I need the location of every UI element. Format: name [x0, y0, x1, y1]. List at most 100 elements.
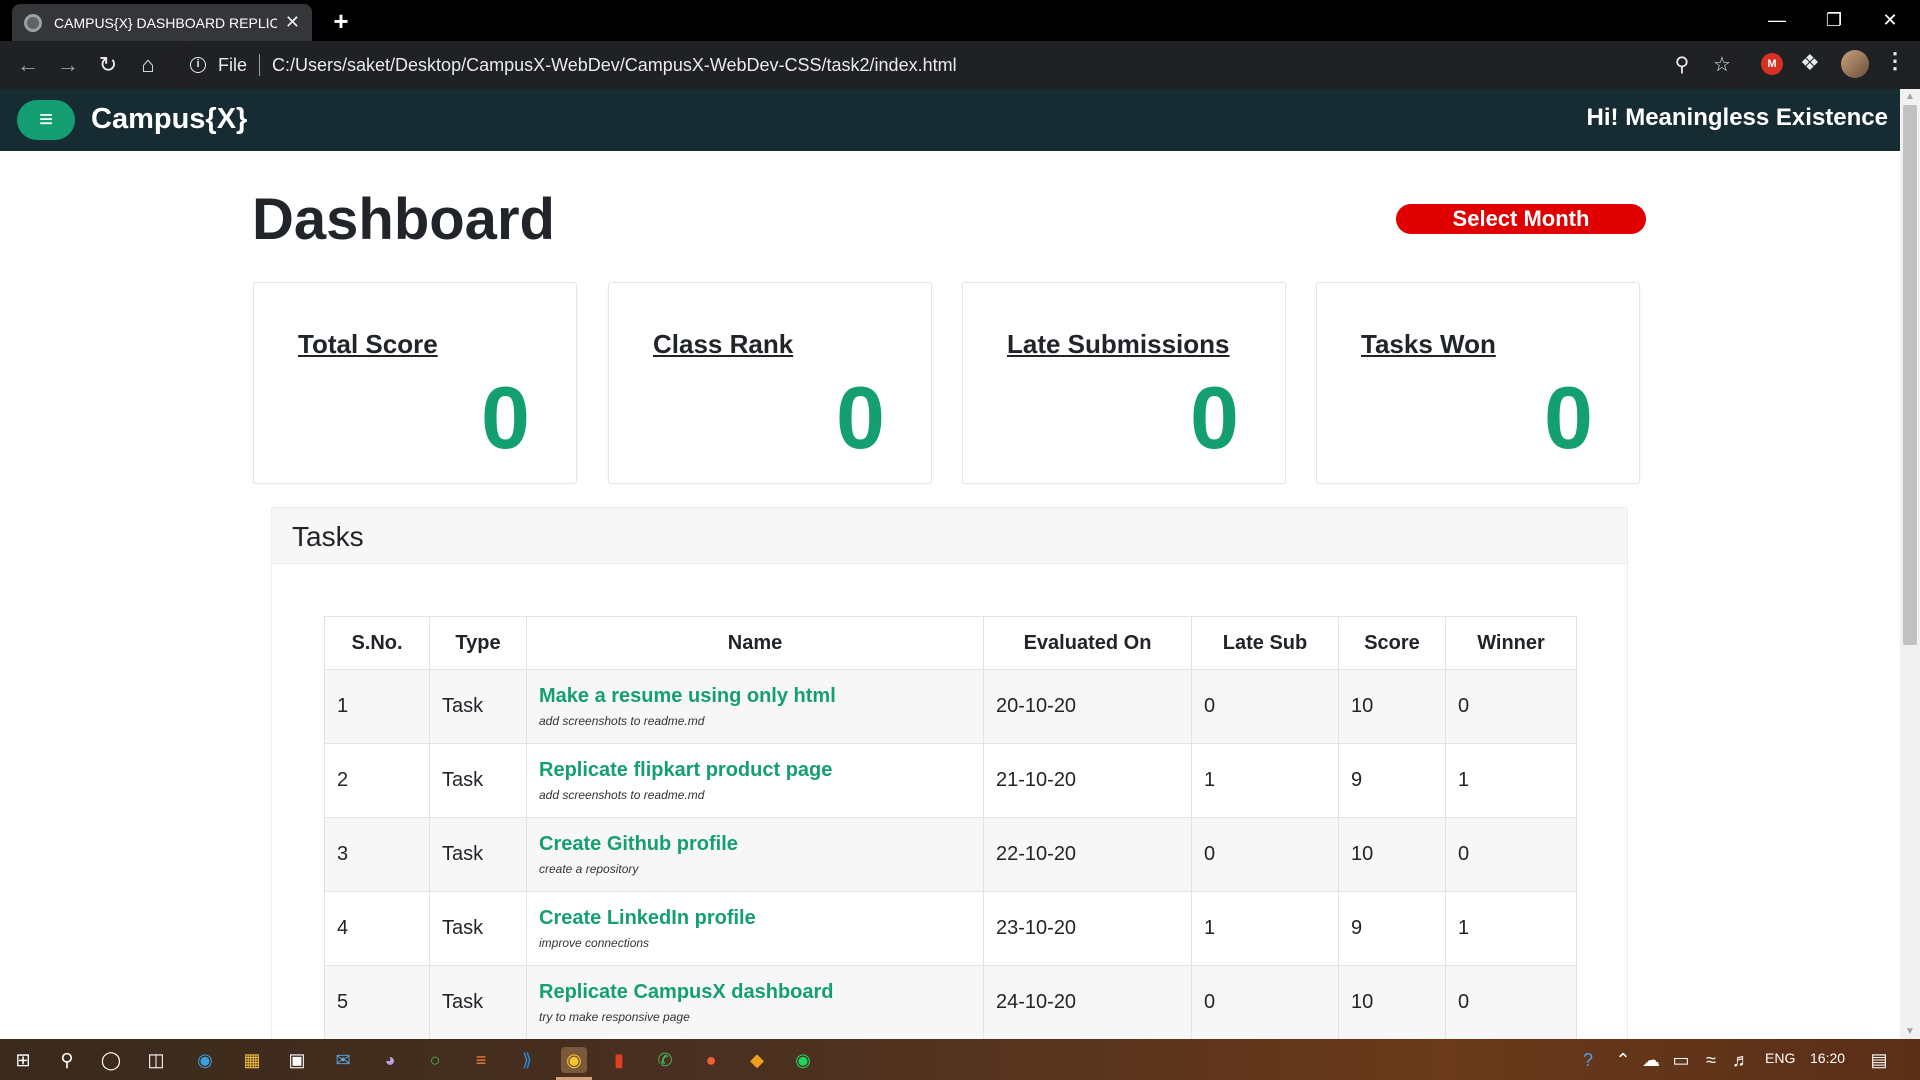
user-greeting: Hi! Meaningless Existence — [1586, 104, 1888, 131]
task-name-link[interactable]: Make a resume using only html — [539, 685, 983, 708]
address-bar[interactable]: i File C:/Users/saket/Desktop/CampusX-We… — [174, 47, 1739, 83]
scroll-up-arrow-icon[interactable]: ▲ — [1900, 91, 1920, 102]
cell-winner: 1 — [1445, 743, 1577, 818]
tab-close-icon[interactable]: ✕ — [285, 12, 300, 33]
cell-winner: 0 — [1445, 669, 1577, 744]
restore-window-icon[interactable]: ❐ — [1814, 6, 1854, 34]
language-indicator[interactable]: ENG — [1765, 1050, 1795, 1066]
url-text[interactable]: C:/Users/saket/Desktop/CampusX-WebDev/Ca… — [272, 55, 957, 76]
cell-type: Task — [429, 891, 527, 966]
new-tab-button[interactable]: + — [326, 6, 356, 36]
task-name-link[interactable]: Replicate CampusX dashboard — [539, 981, 983, 1004]
vscode-icon[interactable]: ⟫ — [514, 1047, 540, 1073]
bookmark-star-icon[interactable]: ☆ — [1708, 51, 1736, 79]
extensions-puzzle-icon[interactable]: ❖ — [1800, 50, 1820, 76]
task-name-link[interactable]: Create Github profile — [539, 833, 983, 856]
cell-winner: 0 — [1445, 817, 1577, 892]
stat-card-late-submissions: Late Submissions 0 — [962, 282, 1286, 484]
tray-chevron-up-icon[interactable]: ⌃ — [1610, 1047, 1636, 1073]
cell-score: 9 — [1338, 743, 1446, 818]
profile-avatar[interactable] — [1841, 50, 1869, 78]
hamburger-menu-button[interactable]: ≡ — [17, 100, 75, 140]
task-name-link[interactable]: Replicate flipkart product page — [539, 759, 983, 782]
cell-score: 10 — [1338, 965, 1446, 1040]
page-scrollbar[interactable]: ▲ ▼ — [1900, 89, 1920, 1039]
cell-winner: 1 — [1445, 891, 1577, 966]
cell-name: Replicate flipkart product page add scre… — [526, 743, 984, 818]
wifi-icon[interactable]: ≈ — [1698, 1047, 1724, 1073]
spotify-icon[interactable]: ◉ — [790, 1047, 816, 1073]
office-icon[interactable]: ▮ — [606, 1047, 632, 1073]
help-icon[interactable]: ? — [1575, 1047, 1601, 1073]
notifications-icon[interactable]: ▤ — [1866, 1047, 1892, 1073]
tasks-panel: Tasks S.No. Type Name Evaluated On Late … — [271, 507, 1628, 1047]
store-icon[interactable]: ▣ — [284, 1047, 310, 1073]
column-header-winner: Winner — [1445, 616, 1577, 670]
table-row: 2 Task Replicate flipkart product page a… — [324, 743, 1577, 818]
whatsapp-icon[interactable]: ✆ — [652, 1047, 678, 1073]
stat-card-class-rank: Class Rank 0 — [608, 282, 932, 484]
table-row: 4 Task Create LinkedIn profile improve c… — [324, 891, 1577, 966]
extension-m-icon[interactable]: M — [1761, 53, 1783, 75]
site-info-icon[interactable]: i — [190, 57, 206, 73]
stat-label[interactable]: Class Rank — [653, 329, 793, 360]
battery-icon[interactable]: ▭ — [1668, 1047, 1694, 1073]
reload-icon[interactable]: ↻ — [94, 51, 122, 79]
stat-label[interactable]: Late Submissions — [1007, 329, 1230, 360]
git-icon[interactable]: ◆ — [744, 1047, 770, 1073]
task-view-icon[interactable]: ◫ — [143, 1047, 169, 1073]
app-ring-icon[interactable]: ○ — [422, 1047, 448, 1073]
postman-icon[interactable]: ● — [698, 1047, 724, 1073]
brand-logo-text[interactable]: Campus{X} — [91, 103, 247, 136]
mail-icon[interactable]: ✉ — [330, 1047, 356, 1073]
windows-start-icon[interactable]: ⊞ — [10, 1047, 36, 1073]
column-header-type: Type — [429, 616, 527, 670]
cell-type: Task — [429, 817, 527, 892]
cell-late-sub: 0 — [1191, 965, 1339, 1040]
minimize-window-icon[interactable]: — — [1757, 6, 1797, 34]
cell-sno: 4 — [324, 891, 430, 966]
home-icon[interactable]: ⌂ — [134, 51, 162, 79]
browser-tab[interactable]: CAMPUS{X} DASHBOARD REPLIC ✕ — [12, 4, 312, 41]
task-name-link[interactable]: Create LinkedIn profile — [539, 907, 983, 930]
scrollbar-thumb[interactable] — [1903, 105, 1917, 645]
search-icon[interactable]: ⚲ — [54, 1047, 80, 1073]
cell-late-sub: 1 — [1191, 891, 1339, 966]
cortana-icon[interactable]: ◯ — [98, 1047, 124, 1073]
column-header-score: Score — [1338, 616, 1446, 670]
cell-winner: 0 — [1445, 965, 1577, 1040]
close-window-icon[interactable]: ✕ — [1870, 6, 1910, 34]
sublime-icon[interactable]: ≡ — [468, 1047, 494, 1073]
select-month-button[interactable]: Select Month — [1396, 204, 1646, 234]
stat-label[interactable]: Total Score — [298, 329, 438, 360]
url-separator — [259, 54, 261, 76]
file-explorer-icon[interactable]: ▦ — [239, 1047, 265, 1073]
tab-title: CAMPUS{X} DASHBOARD REPLIC — [54, 14, 277, 31]
table-header-row: S.No. Type Name Evaluated On Late Sub Sc… — [324, 616, 1577, 670]
cell-late-sub: 1 — [1191, 743, 1339, 818]
browser-title-bar: CAMPUS{X} DASHBOARD REPLIC ✕ + — ❐ ✕ — [0, 0, 1920, 41]
browser-menu-icon[interactable]: ⋮ — [1884, 48, 1906, 74]
forward-arrow-icon[interactable]: → — [54, 51, 82, 79]
app-icon[interactable]: ◕ — [377, 1047, 403, 1073]
edge-browser-icon[interactable]: ◉ — [192, 1047, 218, 1073]
cell-evaluated-on: 23-10-20 — [983, 891, 1192, 966]
onedrive-icon[interactable]: ☁ — [1638, 1047, 1664, 1073]
task-note: try to make responsive page — [539, 1010, 690, 1024]
tasks-title: Tasks — [292, 521, 364, 552]
tasks-panel-header: Tasks — [272, 508, 1627, 564]
volume-icon[interactable]: ♬ — [1728, 1047, 1754, 1073]
scroll-down-arrow-icon[interactable]: ▼ — [1900, 1026, 1920, 1037]
cell-score: 10 — [1338, 817, 1446, 892]
cell-evaluated-on: 20-10-20 — [983, 669, 1192, 744]
cell-sno: 2 — [324, 743, 430, 818]
stat-label[interactable]: Tasks Won — [1361, 329, 1496, 360]
chrome-icon[interactable]: ◉ — [561, 1047, 587, 1073]
zoom-icon[interactable]: ⚲ — [1668, 51, 1696, 79]
stat-value: 0 — [481, 368, 530, 467]
back-arrow-icon[interactable]: ← — [14, 51, 42, 79]
windows-taskbar: ⊞ ⚲ ◯ ◫ ◉ ▦ ▣ ✉ ◕ ○ ≡ ⟫ ◉ ▮ ✆ ● ◆ ◉ ? ⌃ … — [0, 1039, 1920, 1080]
clock[interactable]: 16:20 — [1810, 1050, 1845, 1066]
cell-evaluated-on: 24-10-20 — [983, 965, 1192, 1040]
stat-value: 0 — [1544, 368, 1593, 467]
